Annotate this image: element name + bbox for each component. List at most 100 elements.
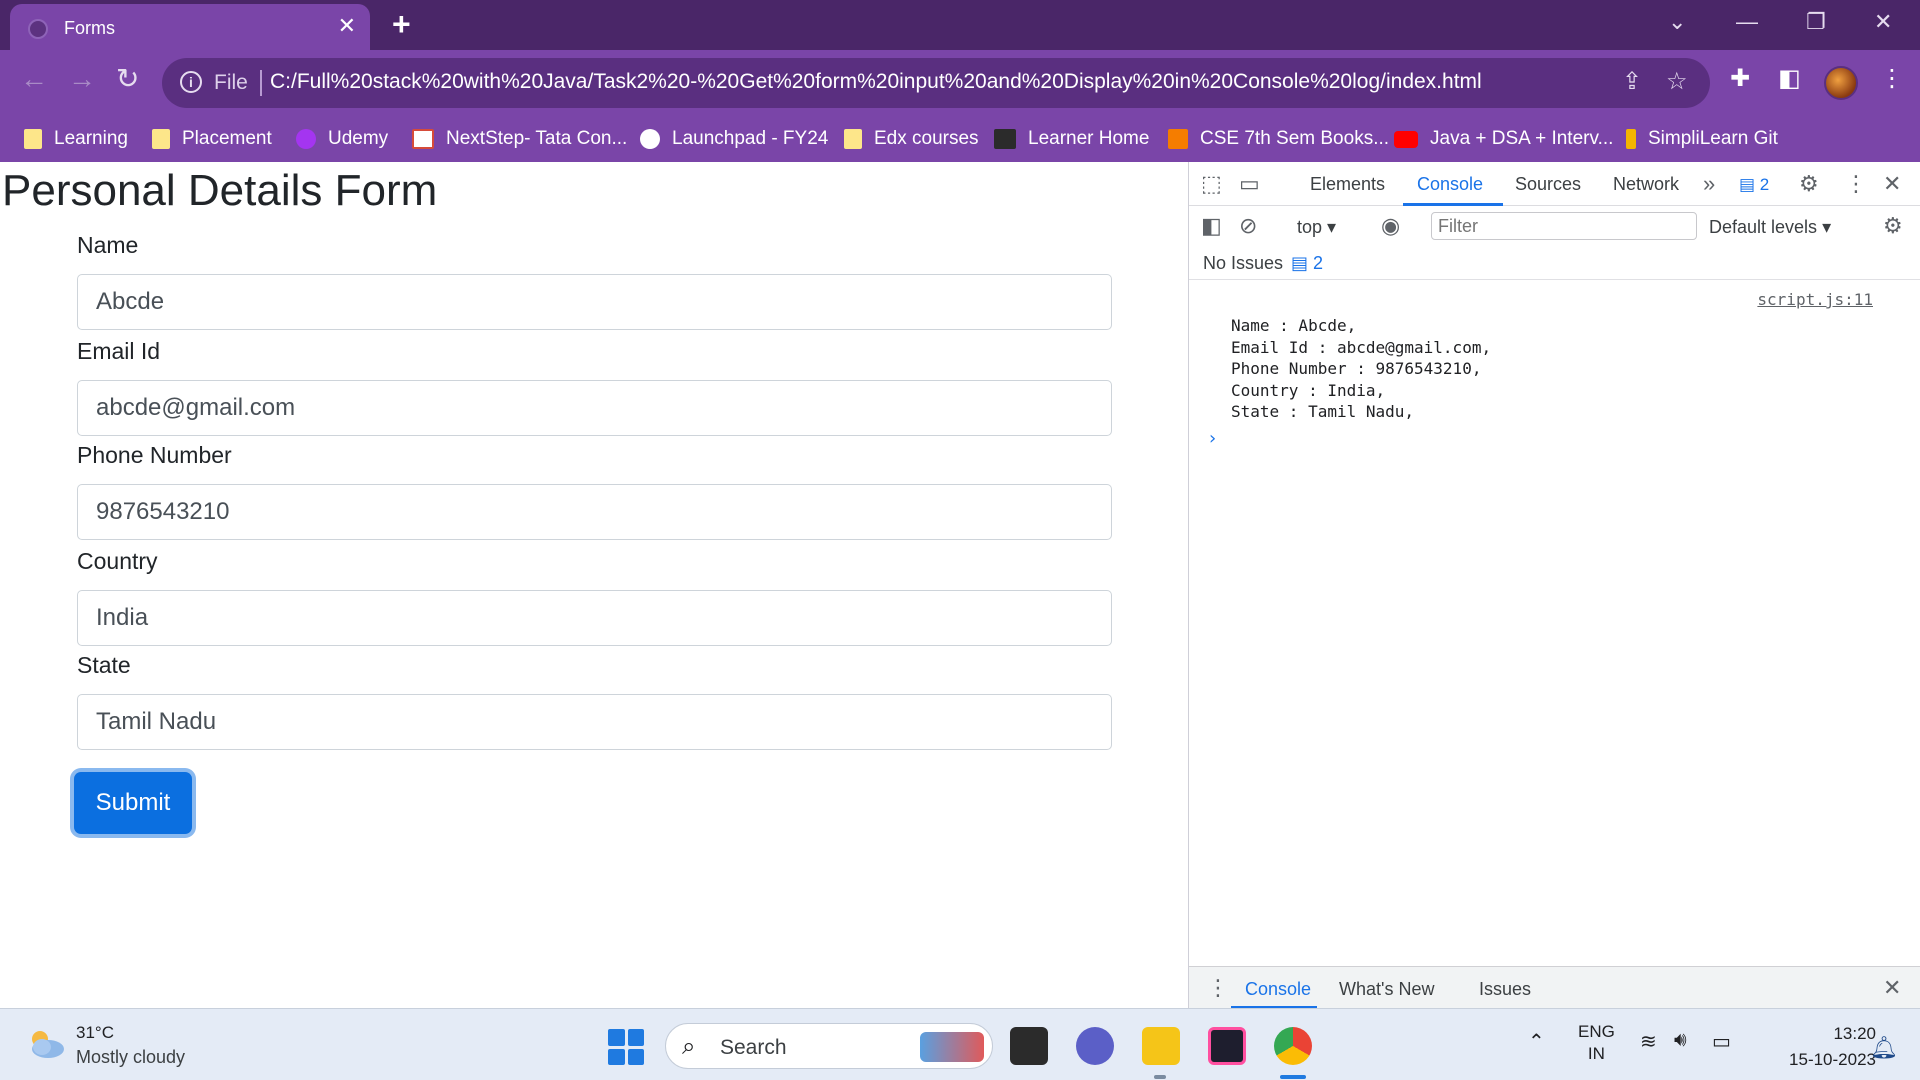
teams-chat-icon[interactable]	[1076, 1027, 1114, 1065]
state-field[interactable]	[77, 694, 1112, 750]
intellij-icon[interactable]	[1208, 1027, 1246, 1065]
tcs-icon	[412, 129, 434, 149]
back-arrow-icon[interactable]: ←	[20, 64, 48, 94]
search-label: Search	[720, 1036, 787, 1059]
share-icon[interactable]: ⇪	[1622, 69, 1642, 95]
region-code: IN	[1587, 1044, 1605, 1063]
bookmark-label: Edx courses	[874, 128, 979, 149]
site-info-icon[interactable]: i	[180, 71, 202, 93]
menu-kebab-icon[interactable]: ⋮	[1880, 66, 1904, 92]
restore-icon[interactable]: ❐	[1806, 10, 1826, 34]
profile-avatar[interactable]	[1824, 66, 1858, 100]
udemy-icon	[296, 129, 316, 149]
country-label: Country	[77, 548, 158, 574]
task-view-icon[interactable]	[1010, 1027, 1048, 1065]
browser-tab[interactable]: Forms ✕	[10, 4, 370, 50]
page-title: Personal Details Form	[2, 166, 438, 215]
scheme-label: File	[214, 71, 248, 94]
chrome-active-indicator	[1280, 1075, 1306, 1079]
tab-console[interactable]: Console	[1417, 174, 1483, 195]
tab-search-icon[interactable]: ⌄	[1668, 10, 1686, 34]
log-levels-select[interactable]: Default levels ▾	[1709, 217, 1831, 238]
drawer-tab-console[interactable]: Console	[1245, 979, 1311, 1000]
sidebar-toggle-icon[interactable]: ◧	[1201, 214, 1222, 238]
simplilearn-icon	[1626, 129, 1636, 149]
clear-console-icon[interactable]: ⊘	[1239, 214, 1257, 238]
bookmark-simplilearn[interactable]: SimpliLearn Git	[1626, 124, 1778, 154]
volume-icon[interactable]: 🔊︎	[1674, 1029, 1687, 1052]
drawer-tab-whats-new[interactable]: What's New	[1339, 979, 1434, 1000]
windows-start-icon[interactable]	[608, 1029, 644, 1065]
show-hidden-icons-chevron-icon[interactable]: ⌃	[1528, 1029, 1545, 1054]
bookmark-java-dsa[interactable]: Java + DSA + Interv...	[1394, 124, 1613, 154]
log-source-link[interactable]: script.js:11	[1757, 290, 1873, 309]
bookmark-edx[interactable]: Edx courses	[844, 124, 979, 154]
bookmark-learner-home[interactable]: Learner Home	[994, 124, 1149, 154]
live-expression-eye-icon[interactable]: ◉	[1381, 214, 1400, 238]
edx-icon	[994, 129, 1016, 149]
console-settings-gear-icon[interactable]: ⚙	[1883, 214, 1903, 238]
issues-badge[interactable]: ▤ 2	[1739, 175, 1769, 195]
log-line: Country : India,	[1231, 381, 1386, 400]
filter-input[interactable]	[1431, 212, 1697, 240]
file-explorer-icon[interactable]	[1142, 1027, 1180, 1065]
email-field[interactable]	[77, 380, 1112, 436]
cloudy-weather-icon[interactable]	[26, 1027, 66, 1061]
drawer-menu-icon[interactable]: ⋮	[1207, 976, 1229, 1000]
name-field[interactable]	[77, 274, 1112, 330]
taskbar-search[interactable]: ⌕ Search	[665, 1023, 993, 1069]
new-tab-icon[interactable]: +	[392, 8, 411, 40]
input-language[interactable]: ENG IN	[1578, 1021, 1615, 1065]
country-field[interactable]	[77, 590, 1112, 646]
inspect-element-icon[interactable]: ⬚	[1201, 172, 1222, 196]
log-line: State : Tamil Nadu,	[1231, 402, 1415, 421]
issues-count-link[interactable]: ▤ 2	[1291, 253, 1323, 274]
language-code: ENG	[1578, 1022, 1615, 1041]
drawer-tab-issues[interactable]: Issues	[1479, 979, 1531, 1000]
chrome-icon[interactable]	[1274, 1027, 1312, 1065]
explorer-running-indicator	[1154, 1075, 1166, 1079]
console-prompt-chevron-icon[interactable]: ›	[1207, 428, 1218, 449]
bookmark-cse-books[interactable]: CSE 7th Sem Books...	[1168, 124, 1389, 154]
wifi-icon[interactable]: ≋	[1640, 1029, 1657, 1054]
tab-network[interactable]: Network	[1613, 174, 1679, 195]
submit-button[interactable]: Submit	[74, 772, 192, 834]
reload-icon[interactable]: ↻	[116, 64, 139, 94]
battery-icon[interactable]: ▭	[1712, 1029, 1731, 1054]
close-tab-icon[interactable]: ✕	[338, 15, 356, 37]
close-devtools-icon[interactable]: ✕	[1883, 172, 1901, 196]
bookmark-udemy[interactable]: Udemy	[296, 124, 388, 154]
extensions-icon[interactable]: ✚	[1730, 66, 1750, 92]
globe-icon	[28, 19, 48, 39]
window-close-icon[interactable]: ✕	[1874, 10, 1892, 34]
bookmark-star-icon[interactable]: ☆	[1666, 69, 1688, 95]
no-issues-text: No Issues	[1203, 253, 1284, 273]
close-drawer-icon[interactable]: ✕	[1883, 976, 1901, 1000]
folder-icon	[844, 129, 862, 149]
url-text[interactable]: C:/Full%20stack%20with%20Java/Task2%20-%…	[270, 70, 1482, 94]
bookmark-nextstep[interactable]: NextStep- Tata Con...	[412, 124, 627, 154]
globe-icon	[640, 129, 660, 149]
settings-gear-icon[interactable]: ⚙	[1799, 172, 1819, 196]
device-toolbar-icon[interactable]: ▭	[1239, 172, 1260, 196]
issues-badge-count: 2	[1759, 175, 1770, 194]
devtools-menu-icon[interactable]: ⋮	[1845, 172, 1867, 196]
browser-toolbar: ← → ↻ i File C:/Full%20stack%20with%20Ja…	[0, 50, 1920, 116]
minimize-icon[interactable]: —	[1736, 10, 1758, 34]
bookmark-placement[interactable]: Placement	[152, 124, 272, 154]
bookmark-launchpad[interactable]: Launchpad - FY24	[640, 124, 828, 154]
address-bar[interactable]: i File C:/Full%20stack%20with%20Java/Tas…	[162, 58, 1710, 108]
system-clock[interactable]: 13:20 15-10-2023	[1752, 1021, 1876, 1073]
side-panel-icon[interactable]: ◧	[1778, 66, 1801, 92]
notification-bell-icon[interactable]: 🔔︎	[1870, 1035, 1898, 1061]
context-select[interactable]: top ▾	[1297, 217, 1336, 238]
forward-arrow-icon[interactable]: →	[68, 64, 96, 94]
tab-sources[interactable]: Sources	[1515, 174, 1581, 195]
devtools-tabbar: ⬚ ▭ Elements Console Sources Network » ▤…	[1189, 162, 1920, 206]
more-tabs-icon[interactable]: »	[1703, 172, 1715, 196]
email-label: Email Id	[77, 338, 161, 364]
context-value: top	[1297, 217, 1323, 237]
tab-elements[interactable]: Elements	[1310, 174, 1385, 195]
bookmark-learning[interactable]: Learning	[24, 124, 128, 154]
phone-field[interactable]	[77, 484, 1112, 540]
